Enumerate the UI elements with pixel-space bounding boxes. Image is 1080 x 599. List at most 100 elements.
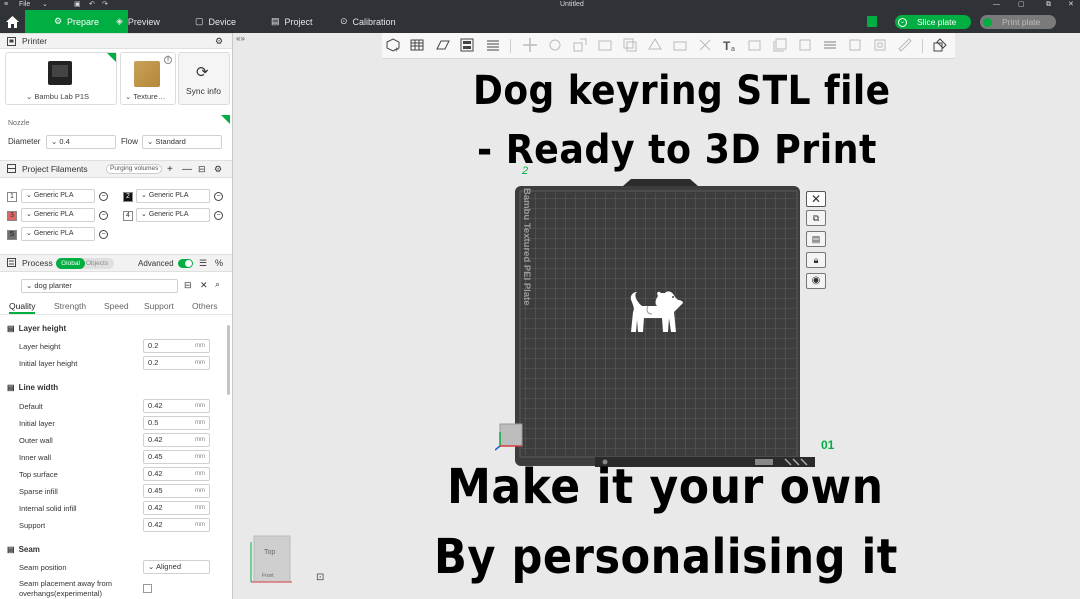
lay-on-face-icon[interactable] — [597, 37, 613, 53]
line-width-sparse-input[interactable]: 0.45 mm — [143, 484, 210, 498]
layer-height-input[interactable]: 0.2 mm — [143, 339, 210, 353]
tab-others[interactable]: Others — [192, 301, 218, 311]
edit-corner-icon[interactable] — [221, 115, 230, 124]
line-width-internal-input[interactable]: 0.42 mm — [143, 501, 210, 515]
filament-select-1[interactable]: ⌄ Generic PLA — [21, 189, 95, 203]
measure-icon[interactable] — [747, 37, 763, 53]
filament-swatch-2[interactable]: 2 — [123, 192, 133, 202]
chevron-down-icon[interactable] — [983, 17, 992, 27]
settings-scrollbar[interactable] — [227, 325, 230, 395]
tab-calibration[interactable]: ⊙ Calibration — [340, 10, 396, 33]
plate-status-icon[interactable] — [867, 16, 877, 27]
line-width-default-input[interactable]: 0.42 mm — [143, 399, 210, 413]
remove-filament-5-icon[interactable]: − — [99, 230, 108, 239]
plate-card[interactable]: i ⌄ Texture… — [120, 52, 176, 105]
filament-swatch-4[interactable]: 4 — [123, 211, 133, 221]
remove-filament-3-icon[interactable]: − — [99, 211, 108, 220]
line-width-inner-input[interactable]: 0.45 mm — [143, 450, 210, 464]
save-preset-icon[interactable]: ⊟ — [184, 280, 192, 291]
plate-type-select[interactable]: ⌄ Texture… — [125, 92, 165, 101]
delete-plate-button[interactable]: ✕ — [806, 191, 826, 207]
maximize-button[interactable]: ▢ — [1018, 0, 1025, 10]
global-objects-toggle[interactable]: Global Objects — [56, 258, 114, 269]
seam-paint-icon[interactable] — [697, 37, 713, 53]
scale-icon[interactable] — [572, 37, 588, 53]
add-plate-icon[interactable] — [410, 37, 426, 53]
global-option[interactable]: Global — [56, 258, 85, 269]
close-icon[interactable]: ✕ — [200, 280, 208, 291]
orient-icon[interactable] — [435, 37, 451, 53]
printer-model-select[interactable]: ⌄ Bambu Lab P1S — [26, 92, 89, 101]
objects-option[interactable]: Objects — [86, 258, 108, 269]
plate-settings-button[interactable]: ⧉ — [806, 210, 826, 226]
filament-select-2[interactable]: ⌄ Generic PLA — [136, 189, 210, 203]
info-icon[interactable]: i — [164, 56, 172, 64]
purging-volumes-button[interactable]: Purging volumes — [106, 164, 163, 174]
sync-filament-icon[interactable]: ⊟ — [198, 164, 206, 175]
filament-settings-icon[interactable]: ⚙ — [214, 164, 222, 175]
seam-away-checkbox[interactable] — [143, 584, 152, 593]
tab-device[interactable]: ▢ Device — [195, 10, 236, 33]
tab-prepare[interactable]: ⚙ Prepare — [25, 10, 128, 33]
restore-button[interactable]: ⧉ — [1046, 0, 1051, 10]
line-width-top-input[interactable]: 0.42 mm — [143, 467, 210, 481]
chevron-down-icon[interactable]: ⌄ — [42, 0, 48, 10]
list-icon[interactable]: ☰ — [199, 258, 207, 269]
filament-select-3[interactable]: ⌄ Generic PLA — [21, 208, 95, 222]
collapse-sidebar-icon[interactable]: «» — [236, 34, 245, 43]
split-icon[interactable] — [485, 37, 501, 53]
printer-settings-icon[interactable]: ⚙ — [215, 36, 223, 47]
emboss-icon[interactable] — [872, 37, 888, 53]
add-filament-icon[interactable]: + — [167, 164, 173, 175]
filament-swatch-1[interactable]: 1 — [7, 192, 17, 202]
lock-plate-button[interactable]: 🔒︎ — [806, 252, 826, 268]
printer-card[interactable]: ⌄ Bambu Lab P1S — [5, 52, 117, 105]
line-width-initial-input[interactable]: 0.5 mm — [143, 416, 210, 430]
tab-strength[interactable]: Strength — [54, 301, 86, 311]
filament-select-4[interactable]: ⌄ Generic PLA — [136, 208, 210, 222]
plate-view-button[interactable]: ◉ — [806, 273, 826, 289]
slice-plate-button[interactable]: ⌄ Slice plate — [895, 15, 971, 29]
filament-swatch-3[interactable]: 3 — [7, 211, 17, 221]
seam-position-select[interactable]: ⌄ Aligned — [143, 560, 210, 574]
flow-select[interactable]: ⌄ Standard — [142, 135, 222, 149]
tab-project[interactable]: ▤ Project — [271, 10, 313, 33]
line-width-outer-input[interactable]: 0.42 mm — [143, 433, 210, 447]
chevron-down-icon[interactable]: ⌄ — [898, 17, 907, 27]
explode-view-icon[interactable] — [932, 37, 948, 53]
rotate-icon[interactable] — [547, 37, 563, 53]
arrange-plate-button[interactable]: ▤ — [806, 231, 826, 247]
diameter-select[interactable]: ⌄ 0.4 — [46, 135, 116, 149]
remove-filament-2-icon[interactable]: − — [214, 192, 223, 201]
close-button[interactable]: ✕ — [1068, 0, 1074, 10]
paint-icon[interactable] — [847, 37, 863, 53]
process-preset-select[interactable]: ⌄ dog planter — [21, 279, 178, 293]
redo-icon[interactable]: ↷ — [102, 0, 108, 10]
advanced-toggle[interactable] — [178, 259, 193, 268]
minimize-button[interactable]: — — [993, 0, 1000, 10]
remove-filament-1-icon[interactable]: − — [99, 192, 108, 201]
tab-speed[interactable]: Speed — [104, 301, 129, 311]
ruler-icon[interactable] — [897, 37, 913, 53]
remove-filament-4-icon[interactable]: − — [214, 211, 223, 220]
plate-number[interactable]: 01 — [821, 438, 834, 452]
home-icon[interactable] — [0, 10, 25, 33]
tab-support[interactable]: Support — [144, 301, 174, 311]
tab-quality[interactable]: Quality — [9, 301, 36, 314]
save-icon[interactable]: ▣ — [74, 0, 81, 10]
cut-icon[interactable] — [622, 37, 638, 53]
dog-model[interactable] — [628, 288, 686, 338]
filament-swatch-5[interactable]: 5 — [7, 230, 17, 240]
line-width-support-input[interactable]: 0.42 mm — [143, 518, 210, 532]
text-icon[interactable]: Ta — [722, 37, 738, 53]
arrange-icon[interactable] — [459, 37, 475, 53]
initial-layer-height-input[interactable]: 0.2 mm — [143, 356, 210, 370]
remove-filament-icon[interactable]: — — [182, 164, 192, 175]
stack-icon[interactable] — [822, 37, 838, 53]
move-icon[interactable] — [522, 37, 538, 53]
add-object-icon[interactable]: + — [385, 37, 401, 53]
menu-icon[interactable]: ≡ — [4, 0, 8, 10]
file-menu[interactable]: File — [19, 0, 30, 10]
print-plate-button[interactable]: Print plate — [980, 15, 1056, 29]
sync-info-button[interactable]: ⟳ Sync info — [178, 52, 230, 105]
